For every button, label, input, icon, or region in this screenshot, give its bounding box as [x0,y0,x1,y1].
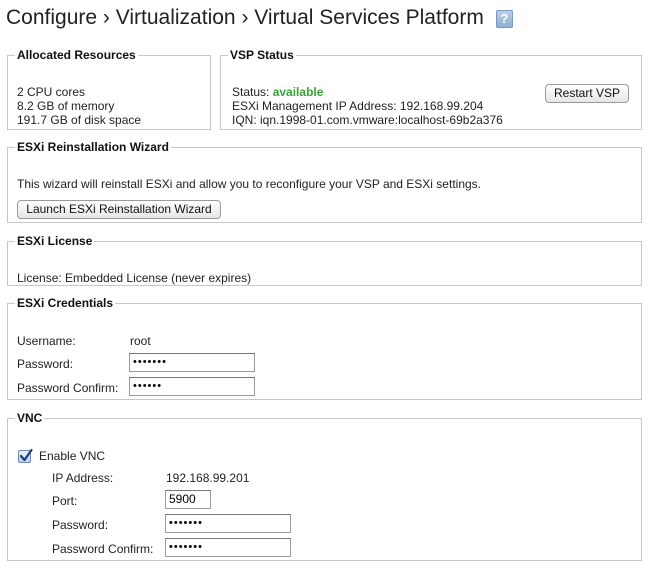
disk-space-text: 191.7 GB of disk space [17,113,142,127]
reinstall-wizard-panel: ESXi Reinstallation Wizard This wizard w… [7,140,642,223]
esxi-password-confirm-field[interactable]: •••••• [129,377,255,396]
page-title: Configure › Virtualization › Virtual Ser… [6,6,513,30]
checkmark-icon [19,448,33,462]
vnc-password-confirm-field[interactable]: ••••••• [165,538,291,557]
enable-vnc-checkbox[interactable] [18,448,33,463]
vnc-legend: VNC [17,411,43,425]
breadcrumb-configure: Configure [6,6,98,29]
esxi-password-field[interactable]: ••••••• [129,353,255,372]
breadcrumb-separator: › [102,6,110,29]
esxi-ip-text: ESXi Management IP Address: 192.168.99.2… [232,99,484,113]
vnc-password-confirm-label: Password Confirm: [52,542,154,556]
enable-vnc-label[interactable]: Enable VNC [39,449,105,463]
credentials-legend: ESXi Credentials [17,296,114,310]
license-panel: ESXi License License: Embedded License (… [7,234,642,286]
iqn-text: IQN: iqn.1998-01.com.vmware:localhost-69… [232,113,503,127]
vsp-status-legend: VSP Status [230,48,294,62]
cpu-cores-text: 2 CPU cores [17,85,86,99]
vnc-port-label: Port: [52,494,78,508]
password-confirm-label: Password Confirm: [17,381,119,395]
vnc-password-label: Password: [52,518,109,532]
license-legend: ESXi License [17,234,93,248]
vsp-status-panel: VSP Status Status: available ESXi Manage… [220,48,642,130]
status-label: Status: [232,85,270,99]
username-value: root [130,334,151,348]
allocated-resources-legend: Allocated Resources [17,48,136,62]
credentials-panel: ESXi Credentials Username: root Password… [7,296,642,400]
vnc-password-field[interactable]: ••••••• [165,514,291,533]
launch-wizard-button[interactable]: Launch ESXi Reinstallation Wizard [17,200,221,219]
reinstall-wizard-legend: ESXi Reinstallation Wizard [17,140,169,154]
restart-vsp-button[interactable]: Restart VSP [545,84,629,103]
vnc-port-field[interactable]: 5900 [165,490,211,509]
username-label: Username: [17,334,76,348]
allocated-resources-panel: Allocated Resources 2 CPU cores 8.2 GB o… [7,48,211,130]
breadcrumb-virtualization: Virtualization [115,6,236,29]
license-text: License: Embedded License (never expires… [17,271,252,285]
wizard-description: This wizard will reinstall ESXi and allo… [17,177,481,191]
vnc-panel: VNC Enable VNC IP Address: 192.168.99.20… [7,411,642,561]
vnc-ip-value: 192.168.99.201 [166,471,250,485]
breadcrumb-separator: › [241,6,249,29]
status-value: available [272,85,324,99]
memory-text: 8.2 GB of memory [17,99,115,113]
vnc-ip-label: IP Address: [52,471,114,485]
help-icon[interactable]: ? [495,10,513,28]
password-label: Password: [17,357,74,371]
status-row: Status: available [232,85,323,99]
breadcrumb-vsp: Virtual Services Platform [254,6,484,29]
